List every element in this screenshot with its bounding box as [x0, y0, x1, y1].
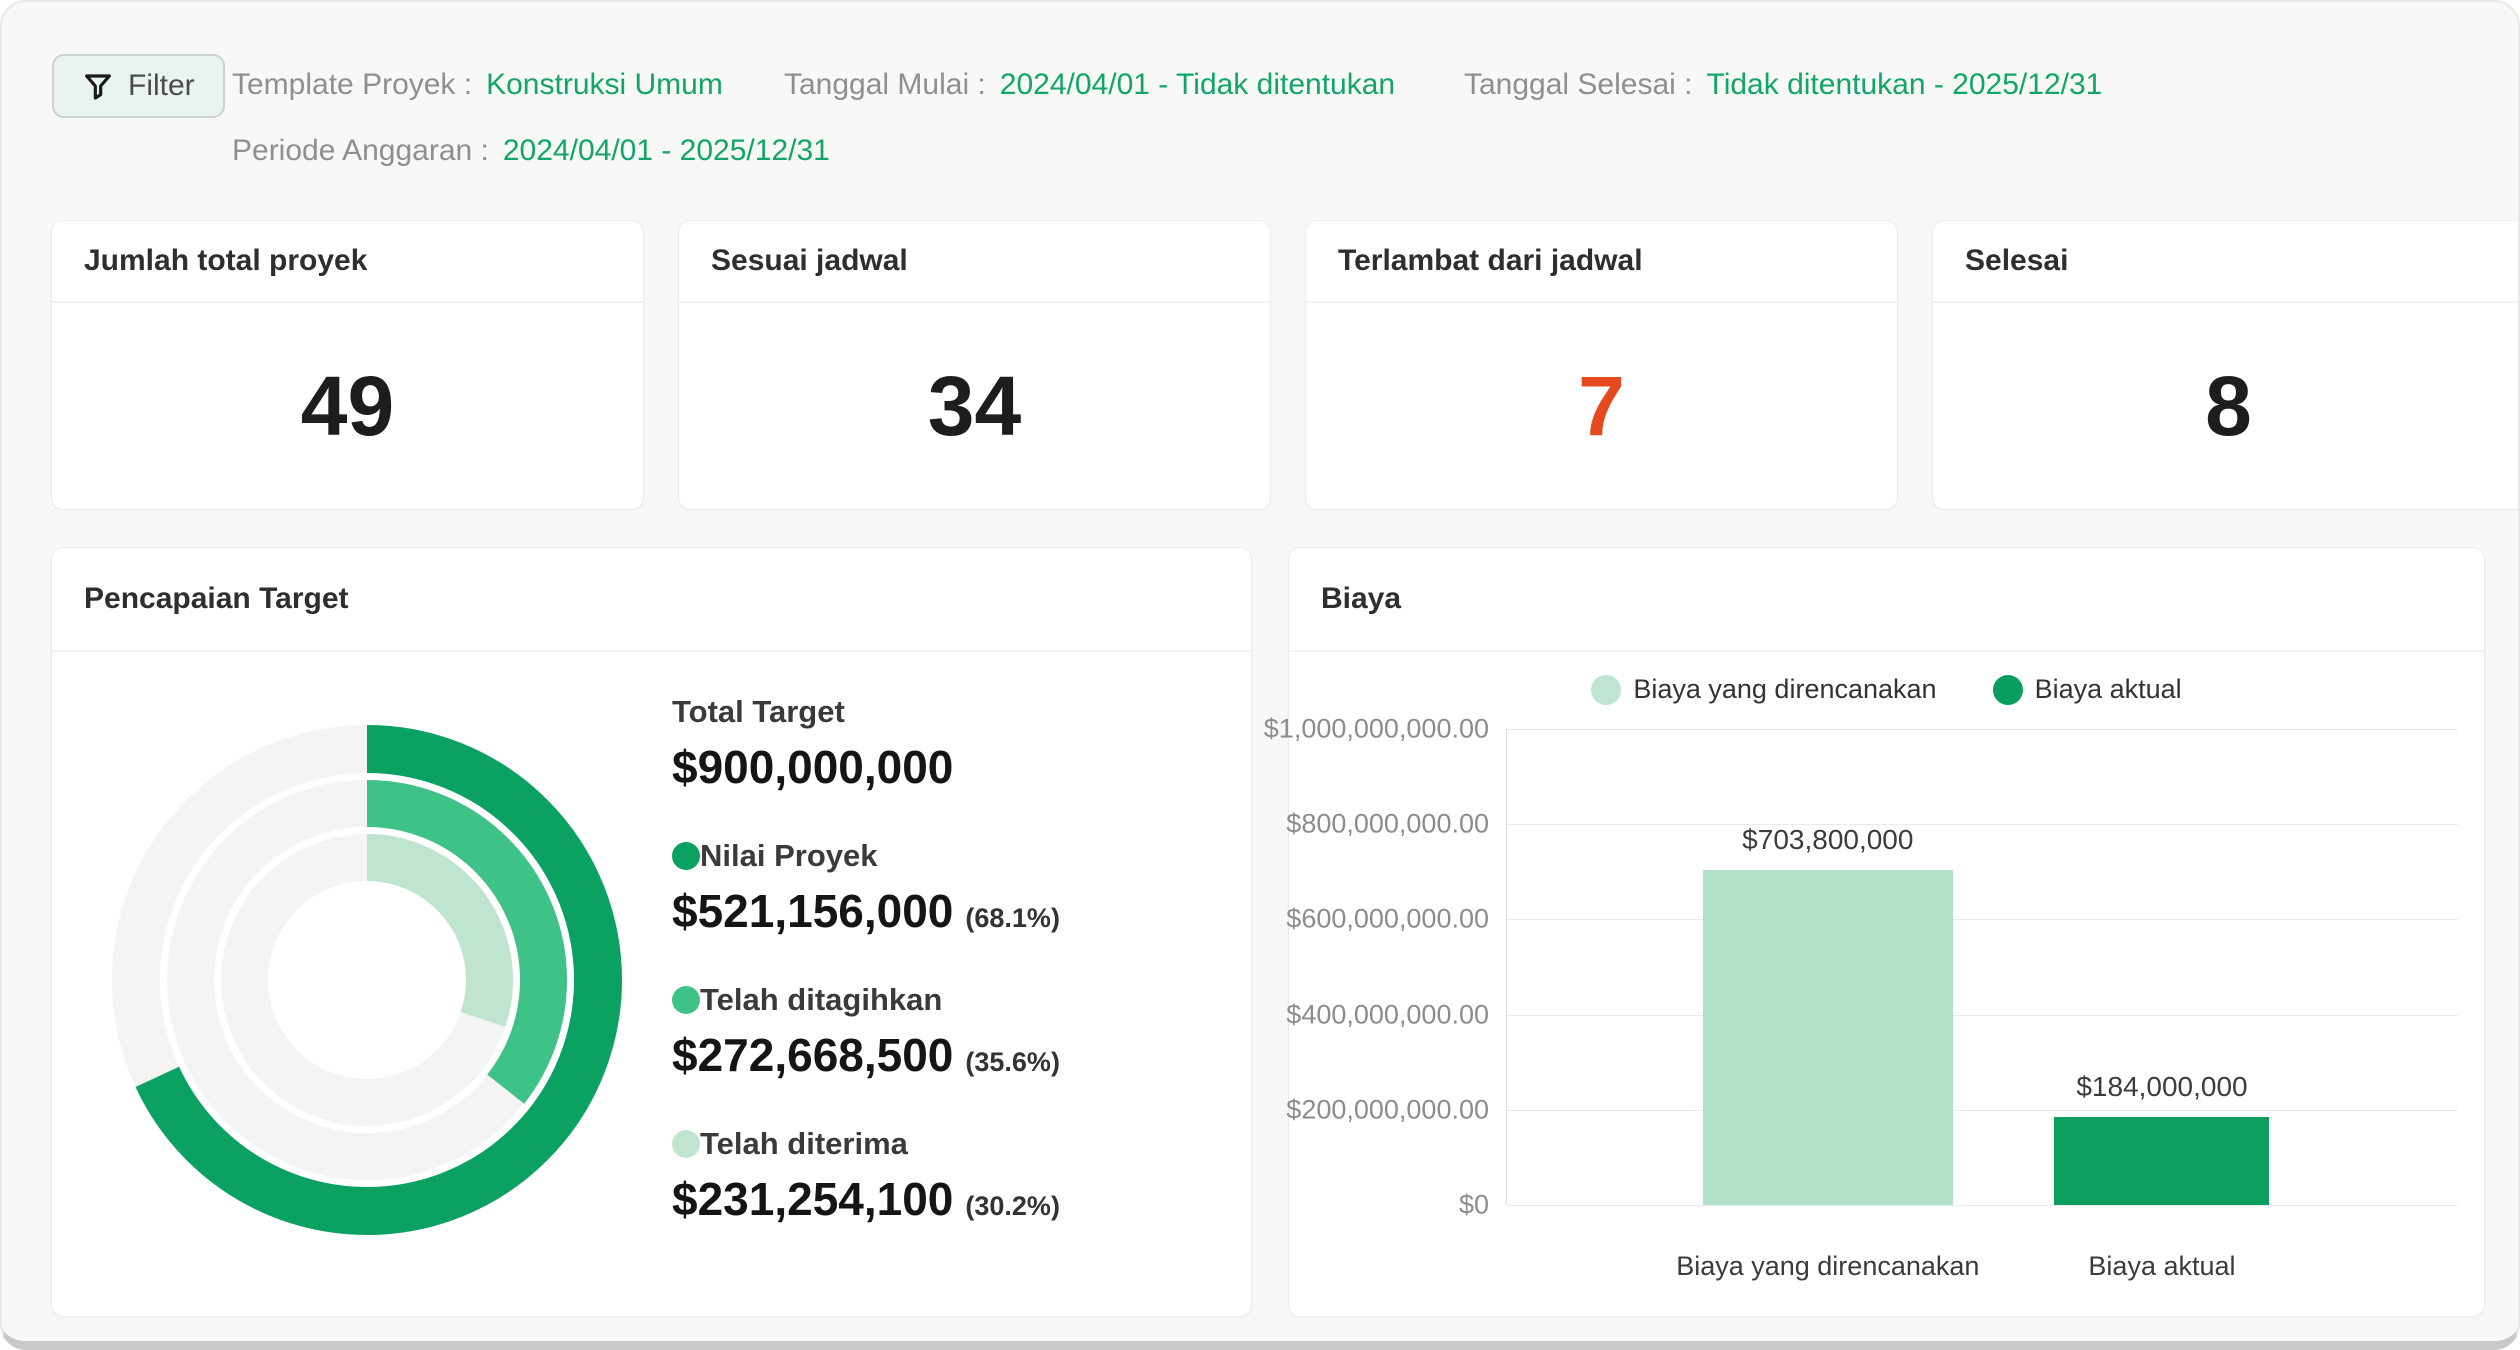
- bar-biaya-aktual: [2054, 1117, 2269, 1205]
- filter-value[interactable]: 2024/04/01 - Tidak ditentukan: [1000, 68, 1395, 102]
- nilai-proyek-dot-icon: [672, 842, 700, 870]
- stat-card-selesai: Selesai 8: [1932, 220, 2520, 510]
- telah-diterima-dot-icon: [672, 1130, 700, 1158]
- y-axis-tick: $0: [1459, 1190, 1489, 1221]
- stat-card-value: 8: [1933, 303, 2520, 509]
- legend-item-telah-ditagihkan[interactable]: Telah ditagihkan $272,668,500 (35.6%): [672, 982, 1060, 1082]
- filter-value[interactable]: 2024/04/01 - 2025/12/31: [503, 134, 830, 168]
- legend-item-label: Telah ditagihkan: [700, 982, 942, 1018]
- telah-ditagihkan-dot-icon: [672, 986, 700, 1014]
- filter-label: Tanggal Selesai :: [1464, 68, 1693, 102]
- bar-value-label: $703,800,000: [1742, 824, 1913, 856]
- filter-tanggal-selesai: Tanggal Selesai : Tidak ditentukan - 202…: [1464, 68, 2102, 102]
- x-axis-label: Biaya aktual: [2088, 1251, 2235, 1282]
- stat-card-value: 7: [1306, 303, 1897, 509]
- legend-label: Biaya yang direncanakan: [1633, 674, 1936, 705]
- bar-value-label: $184,000,000: [2076, 1071, 2247, 1103]
- stat-card-value: 49: [52, 303, 643, 509]
- y-axis-tick: $1,000,000,000.00: [1264, 714, 1489, 745]
- stat-card-value: 34: [679, 303, 1270, 509]
- biaya-legend: Biaya yang direncanakan Biaya aktual: [1289, 674, 2484, 705]
- legend-biaya-aktual[interactable]: Biaya aktual: [1993, 674, 2182, 705]
- stat-card-terlambat: Terlambat dari jadwal 7: [1305, 220, 1898, 510]
- y-axis-tick: $600,000,000.00: [1286, 904, 1489, 935]
- stat-card-total-proyek: Jumlah total proyek 49: [51, 220, 644, 510]
- legend-item-value: $231,254,100: [672, 1172, 953, 1226]
- total-target-label: Total Target: [672, 694, 1060, 730]
- filter-label: Template Proyek :: [232, 68, 472, 102]
- gridline: [1507, 1110, 2458, 1111]
- target-donut-chart: [107, 720, 627, 1240]
- y-axis-tick: $400,000,000.00: [1286, 999, 1489, 1030]
- gridline: [1507, 824, 2458, 825]
- legend-item-percent: (30.2%): [965, 1191, 1060, 1222]
- filter-template-proyek: Template Proyek : Konstruksi Umum: [232, 68, 723, 102]
- panel-title: Biaya: [1289, 548, 2484, 652]
- legend-item-value: $272,668,500: [672, 1028, 953, 1082]
- dashboard: Filter Template Proyek : Konstruksi Umum…: [0, 0, 2520, 1350]
- target-legend: Total Target $900,000,000 Nilai Proyek $…: [672, 694, 1060, 1226]
- donut-rings-svg: [107, 720, 627, 1240]
- stat-card-title: Selesai: [1933, 221, 2520, 303]
- gridline: [1507, 1205, 2458, 1206]
- legend-biaya-direncanakan[interactable]: Biaya yang direncanakan: [1591, 674, 1936, 705]
- stat-card-sesuai-jadwal: Sesuai jadwal 34: [678, 220, 1271, 510]
- funnel-icon: [82, 70, 114, 102]
- filter-value[interactable]: Konstruksi Umum: [486, 68, 723, 102]
- panel-pencapaian-target: Pencapaian Target Total Target $900,000,…: [51, 547, 1252, 1317]
- legend-item-telah-diterima[interactable]: Telah diterima $231,254,100 (30.2%): [672, 1126, 1060, 1226]
- gridline: [1507, 729, 2458, 730]
- y-axis-tick: $200,000,000.00: [1286, 1094, 1489, 1125]
- filter-periode-anggaran: Periode Anggaran : 2024/04/01 - 2025/12/…: [232, 134, 830, 168]
- legend-item-value: $521,156,000: [672, 884, 953, 938]
- legend-item-percent: (68.1%): [965, 903, 1060, 934]
- x-axis-label: Biaya yang direncanakan: [1676, 1251, 1979, 1282]
- gridline: [1507, 1015, 2458, 1016]
- legend-item-percent: (35.6%): [965, 1047, 1060, 1078]
- filter-label: Tanggal Mulai :: [784, 68, 986, 102]
- biaya-direncanakan-dot-icon: [1591, 675, 1621, 705]
- total-target-block: Total Target $900,000,000: [672, 694, 1060, 794]
- filter-button-label: Filter: [128, 69, 195, 103]
- legend-item-nilai-proyek[interactable]: Nilai Proyek $521,156,000 (68.1%): [672, 838, 1060, 938]
- legend-label: Biaya aktual: [2035, 674, 2182, 705]
- filter-value[interactable]: Tidak ditentukan - 2025/12/31: [1707, 68, 2103, 102]
- stat-card-title: Jumlah total proyek: [52, 221, 643, 303]
- y-axis-tick: $800,000,000.00: [1286, 809, 1489, 840]
- stat-card-title: Terlambat dari jadwal: [1306, 221, 1897, 303]
- gridline: [1507, 919, 2458, 920]
- biaya-aktual-dot-icon: [1993, 675, 2023, 705]
- total-target-value: $900,000,000: [672, 740, 1060, 794]
- bar-biaya-direncanakan: [1703, 870, 1953, 1205]
- biaya-bar-chart: $0$200,000,000.00$400,000,000.00$600,000…: [1506, 729, 2458, 1205]
- filter-label: Periode Anggaran :: [232, 134, 489, 168]
- panel-title: Pencapaian Target: [52, 548, 1251, 652]
- panel-biaya: Biaya Biaya yang direncanakan Biaya aktu…: [1288, 547, 2485, 1317]
- stat-card-title: Sesuai jadwal: [679, 221, 1270, 303]
- filter-tanggal-mulai: Tanggal Mulai : 2024/04/01 - Tidak diten…: [784, 68, 1395, 102]
- legend-item-label: Nilai Proyek: [700, 838, 877, 874]
- filter-button[interactable]: Filter: [52, 54, 225, 118]
- legend-item-label: Telah diterima: [700, 1126, 908, 1162]
